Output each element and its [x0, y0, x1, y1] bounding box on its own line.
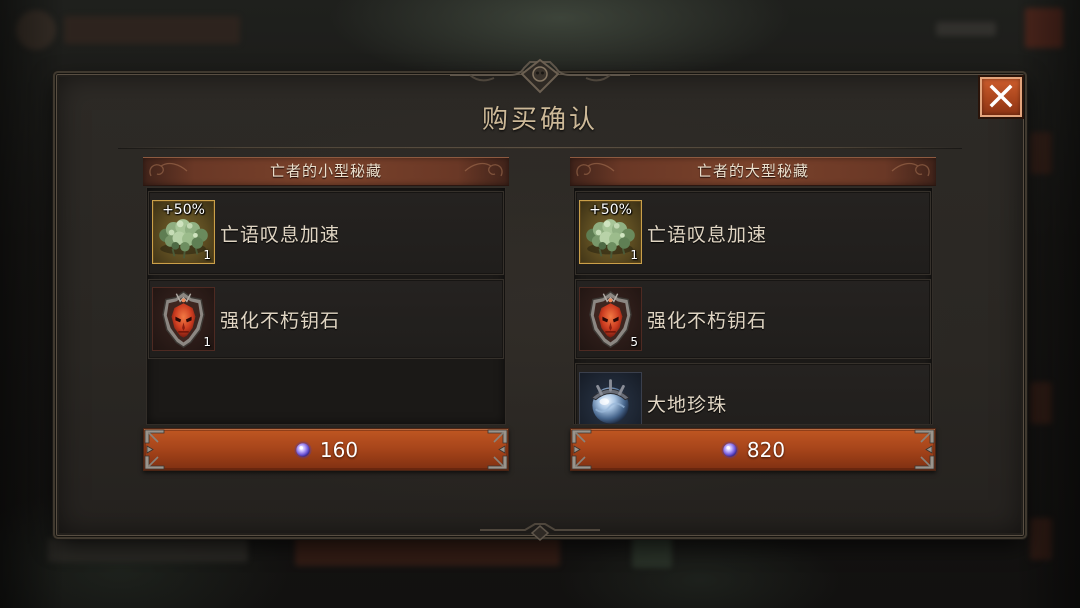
list-item[interactable]: 大地珍珠 [575, 363, 931, 424]
pearl-icon [590, 379, 631, 424]
item-count: 1 [203, 248, 211, 262]
list-item[interactable]: 1 强化不朽钥石 [148, 279, 504, 359]
close-button[interactable] [980, 77, 1022, 117]
item-label: 强化不朽钥石 [647, 309, 768, 332]
dialog-bottom-ornament [480, 523, 600, 541]
price-value: 820 [746, 437, 786, 462]
item-slot[interactable]: 1 [152, 287, 215, 351]
purple-orb-icon [294, 440, 312, 459]
item-count: 1 [203, 335, 211, 349]
list-item[interactable]: +50% 1 亡语叹息加速 [148, 191, 504, 275]
close-icon [989, 84, 1013, 108]
offer-header: 亡者的大型秘藏 [570, 157, 936, 186]
offer-large-cache: 亡者的大型秘藏 +50% 1 亡语叹息加速 5 强化不朽钥石 大地珍珠 820 [570, 156, 936, 472]
offer-header: 亡者的小型秘藏 [143, 157, 509, 186]
item-slot[interactable] [579, 372, 642, 424]
buy-button[interactable]: 160 [143, 428, 509, 471]
buy-button[interactable]: 820 [570, 428, 936, 471]
game-screen: 购买确认 亡者的小型秘藏 +50% 1 亡语叹息加速 1 强化不朽钥石 160 … [0, 0, 1080, 608]
title-divider [118, 147, 962, 149]
item-list[interactable]: +50% 1 亡语叹息加速 5 强化不朽钥石 大地珍珠 [573, 187, 933, 425]
bonus-badge: +50% [589, 202, 632, 218]
header-swirl-ornament [464, 162, 503, 177]
item-slot[interactable]: +50% 1 [152, 200, 215, 264]
offer-title: 亡者的大型秘藏 [696, 162, 809, 180]
list-item[interactable]: +50% 1 亡语叹息加速 [575, 191, 931, 275]
item-count: 1 [630, 248, 638, 262]
item-slot[interactable]: 5 [579, 287, 642, 351]
item-label: 亡语叹息加速 [647, 223, 768, 246]
item-count: 5 [630, 335, 638, 349]
item-label: 强化不朽钥石 [220, 309, 341, 332]
purple-orb-icon [721, 440, 739, 459]
list-item[interactable]: 5 强化不朽钥石 [575, 279, 931, 359]
item-label: 大地珍珠 [647, 393, 728, 416]
purchase-confirm-dialog: 购买确认 亡者的小型秘藏 +50% 1 亡语叹息加速 1 强化不朽钥石 160 … [56, 58, 1024, 541]
offer-title: 亡者的小型秘藏 [269, 162, 382, 180]
price-value: 160 [319, 437, 359, 462]
dialog-title: 购买确认 [481, 105, 598, 135]
offer-small-cache: 亡者的小型秘藏 +50% 1 亡语叹息加速 1 强化不朽钥石 160 [143, 156, 509, 472]
item-list[interactable]: +50% 1 亡语叹息加速 1 强化不朽钥石 [146, 187, 506, 425]
dialog-top-ornament [450, 58, 630, 94]
item-label: 亡语叹息加速 [220, 223, 341, 246]
bonus-badge: +50% [162, 202, 205, 218]
item-slot[interactable]: +50% 1 [579, 200, 642, 264]
header-swirl-ornament [891, 162, 930, 177]
